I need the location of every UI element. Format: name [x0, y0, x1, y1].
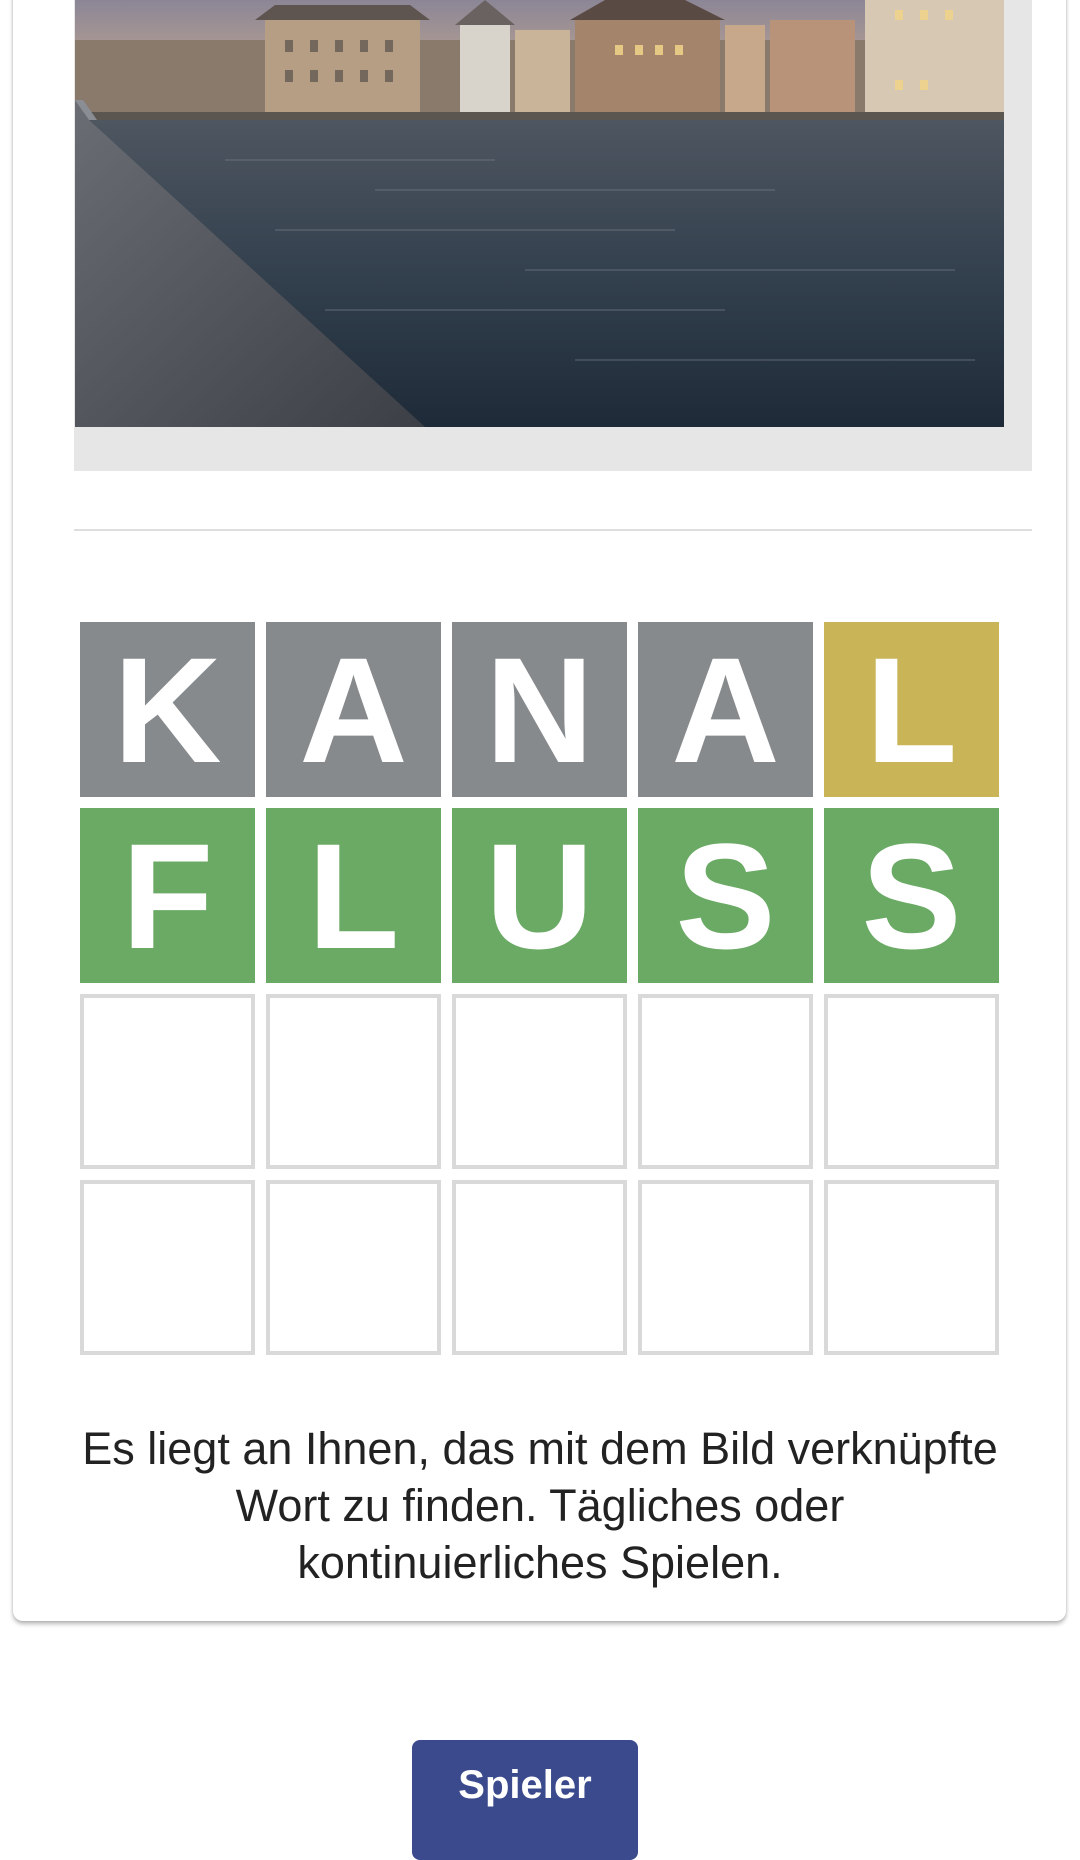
tile-r3-c4 [638, 994, 813, 1169]
tile-r4-c1 [80, 1180, 255, 1355]
tile-r3-c5 [824, 994, 999, 1169]
divider [74, 529, 1032, 531]
game-description: Es liegt an Ihnen, das mit dem Bild verk… [82, 1423, 998, 1588]
tile-r2-c4: S [638, 808, 813, 983]
puzzle-photo [75, 0, 1004, 427]
river-city-photo [75, 0, 1004, 427]
guess-grid: K A N A L F L U S S [80, 622, 1000, 1366]
guess-row-3 [80, 994, 1000, 1169]
guess-row-2: F L U S S [80, 808, 1000, 983]
play-button[interactable]: Spieler [412, 1740, 638, 1860]
guess-row-1: K A N A L [80, 622, 1000, 797]
guess-row-4 [80, 1180, 1000, 1355]
tile-r2-c1: F [80, 808, 255, 983]
tile-r2-c2: L [266, 808, 441, 983]
tile-r1-c3: N [452, 622, 627, 797]
tile-r3-c3 [452, 994, 627, 1169]
tile-r1-c5: L [824, 622, 999, 797]
tile-r1-c4: A [638, 622, 813, 797]
tile-r2-c3: U [452, 808, 627, 983]
tile-r2-c5: S [824, 808, 999, 983]
tile-r1-c1: K [80, 622, 255, 797]
tile-r4-c2 [266, 1180, 441, 1355]
tile-r3-c1 [80, 994, 255, 1169]
tile-r4-c5 [824, 1180, 999, 1355]
tile-r4-c3 [452, 1180, 627, 1355]
tile-r3-c2 [266, 994, 441, 1169]
tile-r1-c2: A [266, 622, 441, 797]
tile-r4-c4 [638, 1180, 813, 1355]
